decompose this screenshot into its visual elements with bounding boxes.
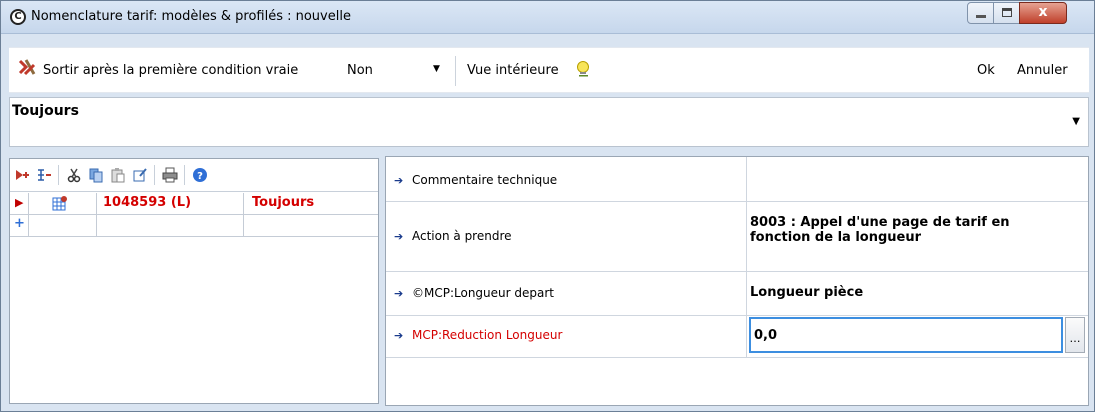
interior-view-button[interactable]: Vue intérieure — [467, 63, 559, 78]
indent-icon[interactable] — [36, 167, 52, 183]
property-row[interactable]: ➔ MCP:Reduction Longueur 0,0 … — [386, 315, 1088, 358]
close-icon: x — [1038, 4, 1048, 20]
property-label: Action à prendre — [412, 229, 512, 243]
property-value[interactable]: Longueur pièce — [750, 285, 863, 300]
paste-icon[interactable] — [110, 167, 126, 183]
print-icon[interactable] — [162, 167, 178, 183]
conditions-grid-panel: ? ▶ 1048593 (L) Toujours + — [9, 158, 379, 404]
empty-cell — [97, 215, 244, 236]
property-label: ©MCP:Longueur depart — [412, 286, 555, 300]
property-name-cell: ➔ ©MCP:Longueur depart — [386, 271, 747, 315]
current-row-icon: ▶ — [15, 196, 24, 209]
property-row[interactable]: ➔ ©MCP:Longueur depart Longueur pièce — [386, 271, 1088, 316]
ellipsis-icon: … — [1069, 332, 1081, 345]
toolbar-separator — [184, 165, 185, 185]
arrow-right-icon: ➔ — [394, 174, 404, 187]
help-icon[interactable]: ? — [192, 167, 208, 183]
row-condition-cell: Toujours — [244, 193, 378, 214]
chevron-down-icon[interactable]: ▼ — [433, 64, 440, 74]
toolbar-separator — [455, 56, 456, 86]
input-value: 0,0 — [754, 328, 778, 343]
cancel-button[interactable]: Annuler — [1017, 63, 1068, 78]
empty-cell — [244, 215, 378, 236]
row-indicator: ▶ — [10, 193, 29, 214]
table-grid-icon — [52, 196, 67, 211]
condition-value: Toujours — [12, 103, 79, 119]
toolbar-separator — [58, 165, 59, 185]
arrow-right-icon: ➔ — [394, 329, 404, 342]
add-row-icon[interactable]: + — [14, 216, 25, 231]
property-label: Commentaire technique — [412, 173, 558, 187]
arrow-right-icon: ➔ — [394, 230, 404, 243]
ellipsis-button[interactable]: … — [1065, 317, 1085, 353]
edit-icon[interactable] — [132, 167, 148, 183]
exit-condition-label: Sortir après la première condition vraie — [43, 63, 299, 78]
minimize-icon — [976, 15, 986, 18]
exit-condition-select[interactable]: Non — [347, 63, 373, 78]
property-name-cell: ➔ Commentaire technique — [386, 157, 747, 201]
window-title: Nomenclature tarif: modèles & profilés :… — [31, 9, 351, 24]
toolbar: Sortir après la première condition vraie… — [9, 47, 1089, 93]
row-type-cell — [29, 193, 97, 214]
maximize-button[interactable] — [993, 2, 1020, 24]
chevron-down-icon[interactable]: ▼ — [1072, 116, 1080, 127]
title-bar[interactable]: C Nomenclature tarif: modèles & profilés… — [1, 1, 1094, 34]
close-button[interactable]: x — [1019, 2, 1067, 24]
row-condition: Toujours — [252, 195, 315, 210]
grid-toolbar: ? — [10, 159, 378, 192]
properties-panel: ➔ Commentaire technique ➔ Action à prend… — [385, 156, 1089, 406]
property-name-cell: ➔ Action à prendre — [386, 201, 747, 271]
window: C Nomenclature tarif: modèles & profilés… — [0, 0, 1095, 412]
new-row[interactable]: + — [10, 215, 378, 237]
property-row[interactable]: ➔ Commentaire technique — [386, 157, 1088, 202]
reduction-length-input[interactable]: 0,0 — [749, 317, 1063, 353]
property-label: MCP:Reduction Longueur — [412, 328, 563, 342]
minimize-button[interactable] — [967, 2, 994, 24]
exit-icon — [18, 59, 36, 76]
insert-row-icon[interactable] — [14, 167, 30, 183]
property-value[interactable]: 8003 : Appel d'une page de tarif en fonc… — [750, 215, 1070, 245]
row-id-cell: 1048593 (L) — [97, 193, 244, 214]
lightbulb-icon[interactable] — [575, 60, 591, 78]
cut-icon[interactable] — [66, 167, 82, 183]
svg-text:?: ? — [197, 171, 203, 182]
ok-button[interactable]: Ok — [977, 63, 995, 78]
circled-c-icon: C — [10, 9, 26, 25]
property-row[interactable]: ➔ Action à prendre 8003 : Appel d'une pa… — [386, 201, 1088, 272]
row-indicator: + — [10, 215, 29, 236]
empty-cell — [29, 215, 97, 236]
copy-icon[interactable] — [88, 167, 104, 183]
toolbar-separator — [154, 165, 155, 185]
maximize-icon — [1002, 8, 1012, 17]
table-row[interactable]: ▶ 1048593 (L) Toujours — [10, 193, 378, 215]
property-name-cell: ➔ MCP:Reduction Longueur — [386, 315, 747, 357]
row-id: 1048593 (L) — [103, 195, 192, 210]
arrow-right-icon: ➔ — [394, 287, 404, 300]
condition-select[interactable]: Toujours ▼ — [9, 97, 1089, 147]
